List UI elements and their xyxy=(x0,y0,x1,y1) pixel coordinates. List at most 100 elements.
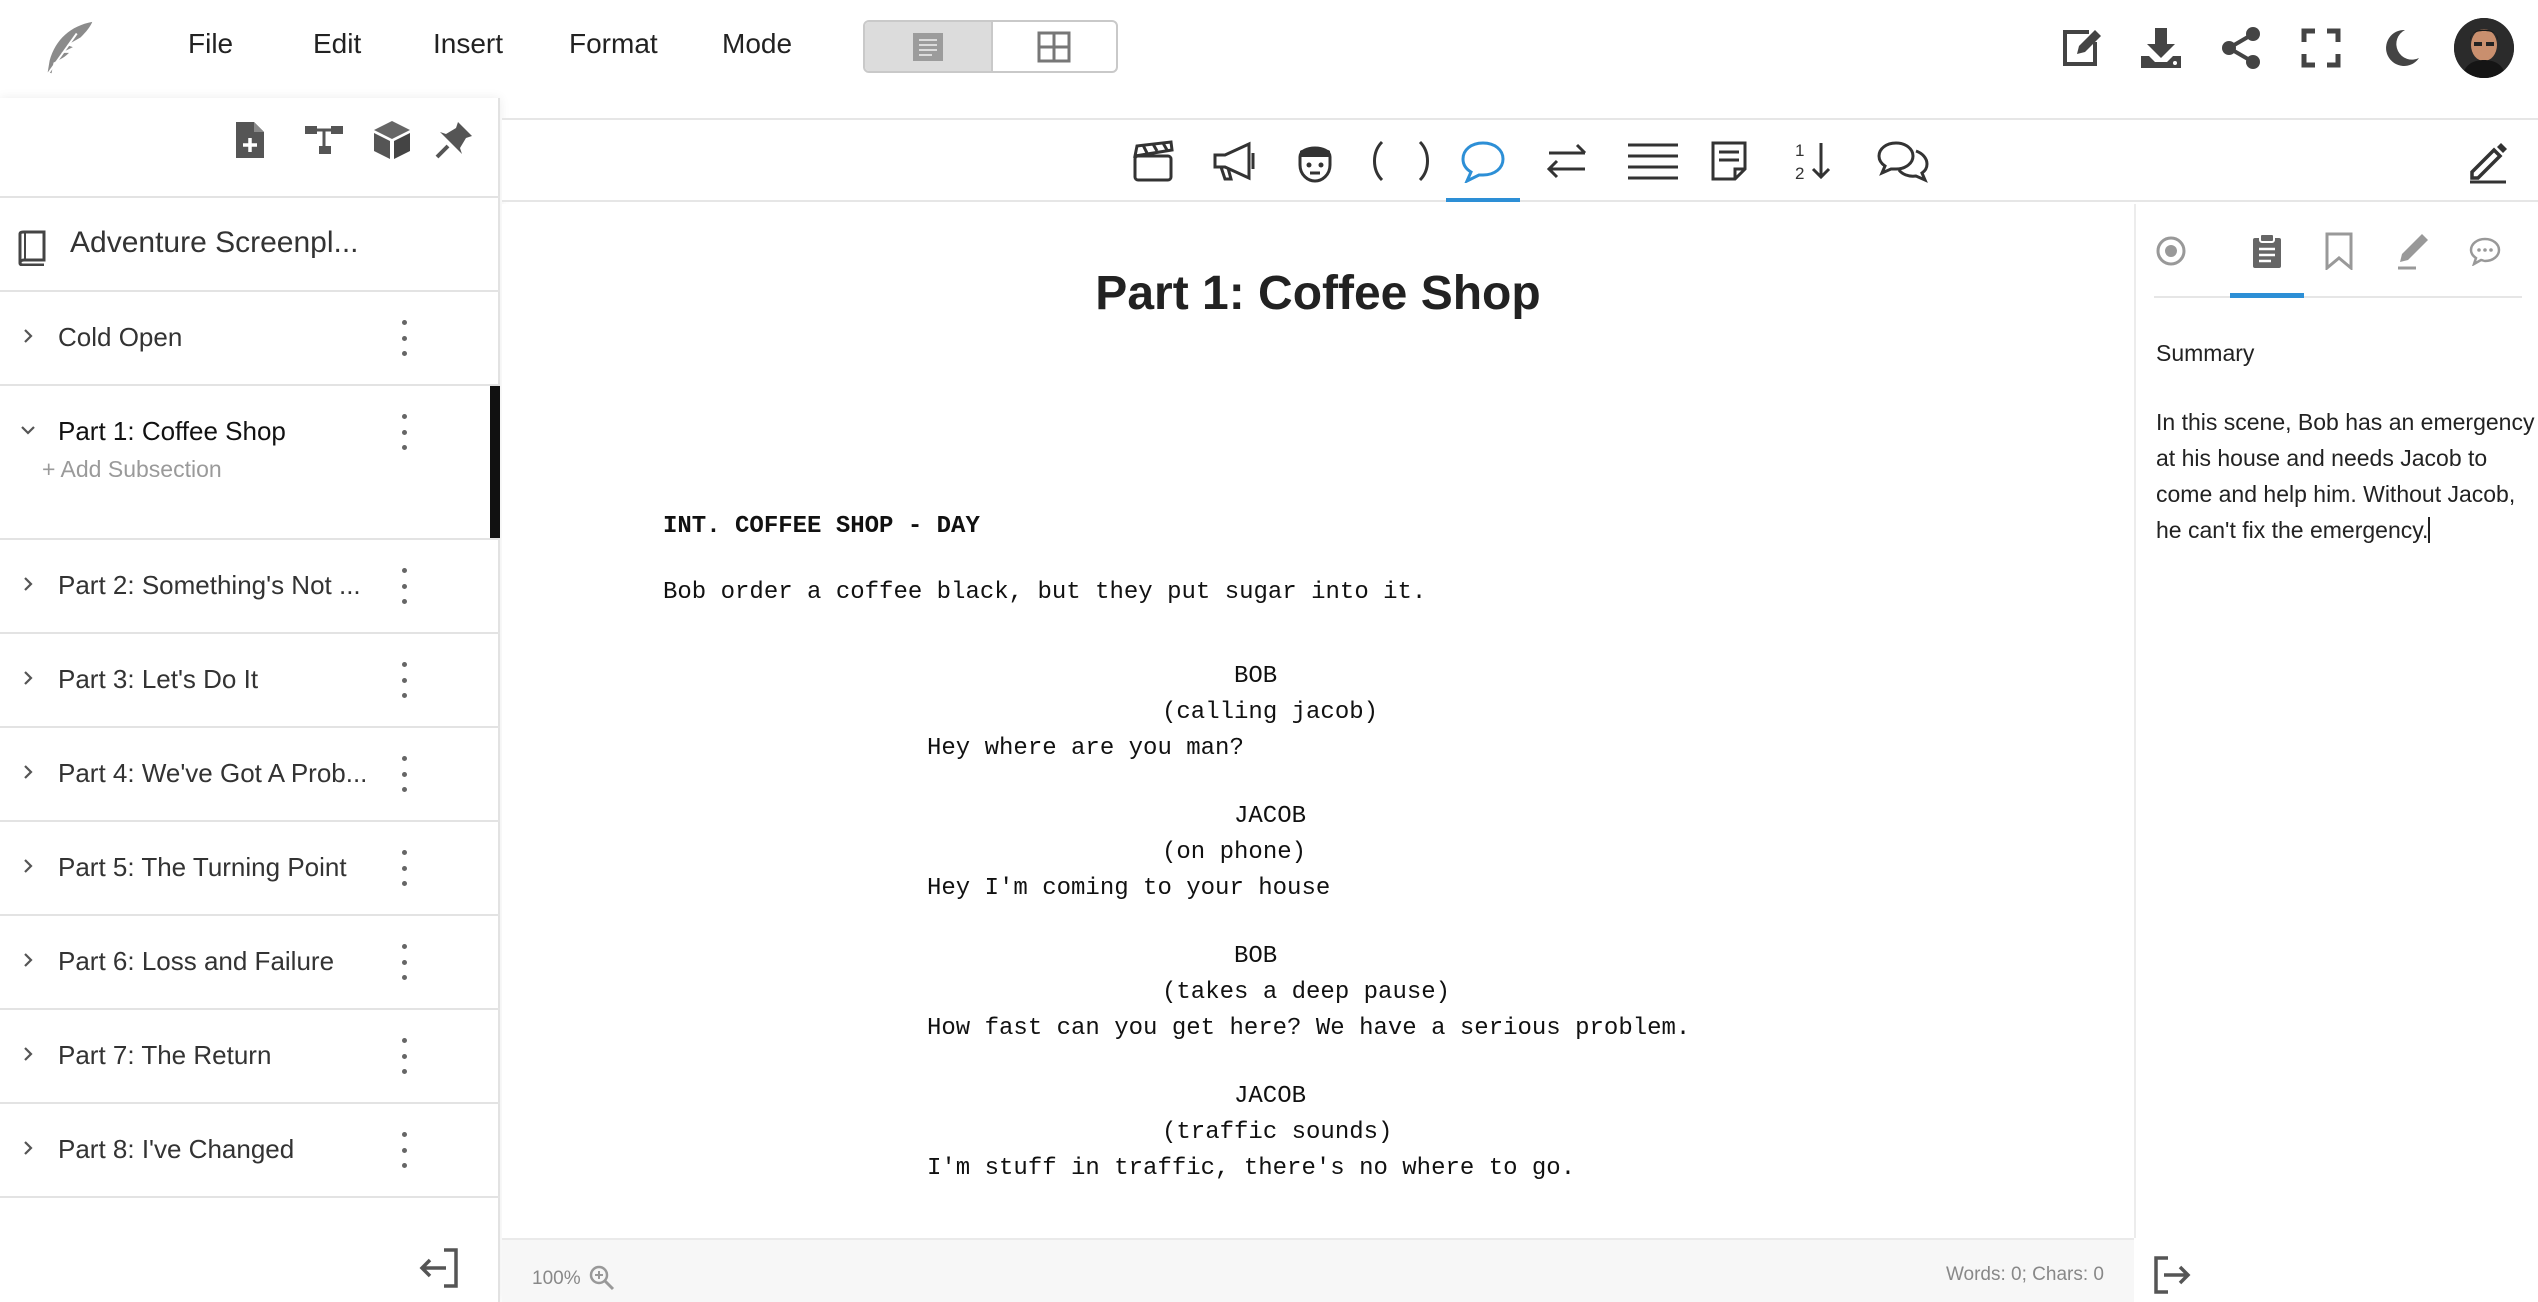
pin-button[interactable] xyxy=(430,116,478,164)
menu-insert[interactable]: Insert xyxy=(433,28,503,60)
chevron-right-icon[interactable] xyxy=(18,574,38,594)
tab-goals[interactable] xyxy=(2146,226,2196,276)
screenplay-page[interactable]: Part 1: Coffee Shop INT. COFFEE SHOP - D… xyxy=(502,204,2134,1238)
transition-tool[interactable] xyxy=(1538,134,1596,188)
chevron-right-icon[interactable] xyxy=(18,668,38,688)
section-item[interactable]: Part 5: The Turning Point xyxy=(0,822,500,916)
fullscreen-button[interactable] xyxy=(2297,24,2345,72)
parenthetical[interactable]: (traffic sounds) xyxy=(1162,1119,1392,1146)
section-item[interactable]: Part 1: Coffee Shop + Add Subsection xyxy=(0,386,500,540)
tab-bookmarks[interactable] xyxy=(2314,226,2364,276)
chevron-right-icon[interactable] xyxy=(18,1138,38,1158)
dialogue-tool[interactable] xyxy=(1446,134,1520,202)
character-name[interactable]: JACOB xyxy=(1234,1083,1306,1110)
menu-file[interactable]: File xyxy=(188,28,233,60)
section-item[interactable]: Part 6: Loss and Failure xyxy=(0,916,500,1010)
scene-heading-tool[interactable] xyxy=(1124,134,1182,188)
bookmark-icon xyxy=(2325,232,2353,270)
user-avatar[interactable] xyxy=(2454,18,2514,78)
dialogue-line[interactable]: How fast can you get here? We have a ser… xyxy=(927,1015,1690,1042)
collapse-sidebar-icon[interactable] xyxy=(414,1244,462,1292)
character-name[interactable]: BOB xyxy=(1234,663,1277,690)
chevron-right-icon[interactable] xyxy=(18,856,38,876)
section-label[interactable]: Part 2: Something's Not ... xyxy=(58,570,361,601)
more-options-icon[interactable] xyxy=(394,1132,414,1168)
menu-mode[interactable]: Mode xyxy=(722,28,792,60)
more-options-icon[interactable] xyxy=(394,662,414,698)
download-button[interactable] xyxy=(2137,24,2185,72)
more-options-icon[interactable] xyxy=(394,568,414,604)
section-item[interactable]: Part 3: Let's Do It xyxy=(0,634,500,728)
section-label[interactable]: Part 5: The Turning Point xyxy=(58,852,347,883)
section-title: Part 1: Coffee Shop xyxy=(1095,267,1541,320)
chevron-right-icon[interactable] xyxy=(18,950,38,970)
comments-tool[interactable] xyxy=(1874,134,1932,188)
edit-pencil-icon[interactable] xyxy=(2464,138,2512,186)
parenthetical-tool[interactable] xyxy=(1372,134,1430,188)
menu-format[interactable]: Format xyxy=(569,28,658,60)
menu-edit[interactable]: Edit xyxy=(313,28,361,60)
section-item[interactable]: Part 7: The Return xyxy=(0,1010,500,1104)
zoom-level[interactable]: 100% xyxy=(532,1268,581,1290)
section-item[interactable]: Part 8: I've Changed xyxy=(0,1104,500,1198)
dialogue-line[interactable]: I'm stuff in traffic, there's no where t… xyxy=(927,1155,1575,1182)
section-item[interactable]: Part 4: We've Got A Prob... xyxy=(0,728,500,822)
more-options-icon[interactable] xyxy=(394,850,414,886)
document-view-button[interactable] xyxy=(865,22,991,71)
section-item[interactable]: Part 2: Something's Not ... xyxy=(0,540,500,634)
general-text-tool[interactable] xyxy=(1624,134,1682,188)
character-name[interactable]: JACOB xyxy=(1234,803,1306,830)
section-label[interactable]: Part 3: Let's Do It xyxy=(58,664,258,695)
parenthetical[interactable]: (on phone) xyxy=(1162,839,1306,866)
collapse-panel-icon[interactable] xyxy=(2150,1252,2196,1298)
more-options-icon[interactable] xyxy=(394,1038,414,1074)
grid-view-button[interactable] xyxy=(990,22,1117,71)
chevron-right-icon[interactable] xyxy=(18,762,38,782)
action-line[interactable]: Bob order a coffee black, but they put s… xyxy=(663,579,1426,606)
dark-mode-button[interactable] xyxy=(2377,24,2425,72)
chevron-down-icon[interactable] xyxy=(18,420,38,440)
status-bar: 100% Words: 0; Chars: 0 xyxy=(502,1238,2134,1302)
chevron-right-icon[interactable] xyxy=(18,1044,38,1064)
summary-textarea[interactable]: In this scene, Bob has an emergency at h… xyxy=(2156,404,2538,548)
section-label[interactable]: Part 1: Coffee Shop xyxy=(58,416,286,447)
structure-view-button[interactable] xyxy=(300,116,348,164)
comments-icon xyxy=(1877,141,1929,183)
project-title[interactable]: Adventure Screenpl... xyxy=(70,226,359,260)
scene-heading[interactable]: INT. COFFEE SHOP - DAY xyxy=(663,513,980,540)
section-label[interactable]: Part 7: The Return xyxy=(58,1040,271,1071)
more-options-icon[interactable] xyxy=(394,414,414,450)
note-tool[interactable] xyxy=(1700,134,1758,188)
view-mode-toggle xyxy=(863,20,1118,73)
character-tool[interactable] xyxy=(1286,134,1344,188)
edit-document-button[interactable] xyxy=(2057,24,2105,72)
more-options-icon[interactable] xyxy=(394,944,414,980)
chevron-right-icon[interactable] xyxy=(18,326,38,346)
more-options-icon[interactable] xyxy=(394,320,414,356)
section-label[interactable]: Part 8: I've Changed xyxy=(58,1134,294,1165)
objects-button[interactable] xyxy=(368,116,416,164)
parenthetical[interactable]: (calling jacob) xyxy=(1162,699,1378,726)
share-button[interactable] xyxy=(2217,24,2265,72)
add-subsection-button[interactable]: + Add Subsection xyxy=(42,456,222,483)
more-options-icon[interactable] xyxy=(394,756,414,792)
numbering-tool[interactable]: 1 2 xyxy=(1784,134,1842,188)
character-name[interactable]: BOB xyxy=(1234,943,1277,970)
parenthetical[interactable]: (takes a deep pause) xyxy=(1162,979,1450,1006)
section-item[interactable]: Cold Open xyxy=(0,292,500,386)
zoom-icon[interactable] xyxy=(588,1264,616,1292)
edit-document-icon xyxy=(2063,30,2101,66)
summary-line: he can't fix the emergency. xyxy=(2156,517,2429,543)
grid-view-icon xyxy=(1037,31,1071,62)
add-document-button[interactable] xyxy=(226,116,274,164)
tab-summary[interactable] xyxy=(2242,226,2292,276)
dialogue-line[interactable]: Hey I'm coming to your house xyxy=(927,875,1330,902)
section-label[interactable]: Cold Open xyxy=(58,322,182,353)
action-tool[interactable] xyxy=(1206,134,1264,188)
dialogue-line[interactable]: Hey where are you man? xyxy=(927,735,1244,762)
section-label[interactable]: Part 6: Loss and Failure xyxy=(58,946,334,977)
svg-text:1: 1 xyxy=(1795,141,1804,160)
tab-notes[interactable] xyxy=(2388,226,2438,276)
tab-comments[interactable] xyxy=(2460,226,2510,276)
section-label[interactable]: Part 4: We've Got A Prob... xyxy=(58,758,367,789)
